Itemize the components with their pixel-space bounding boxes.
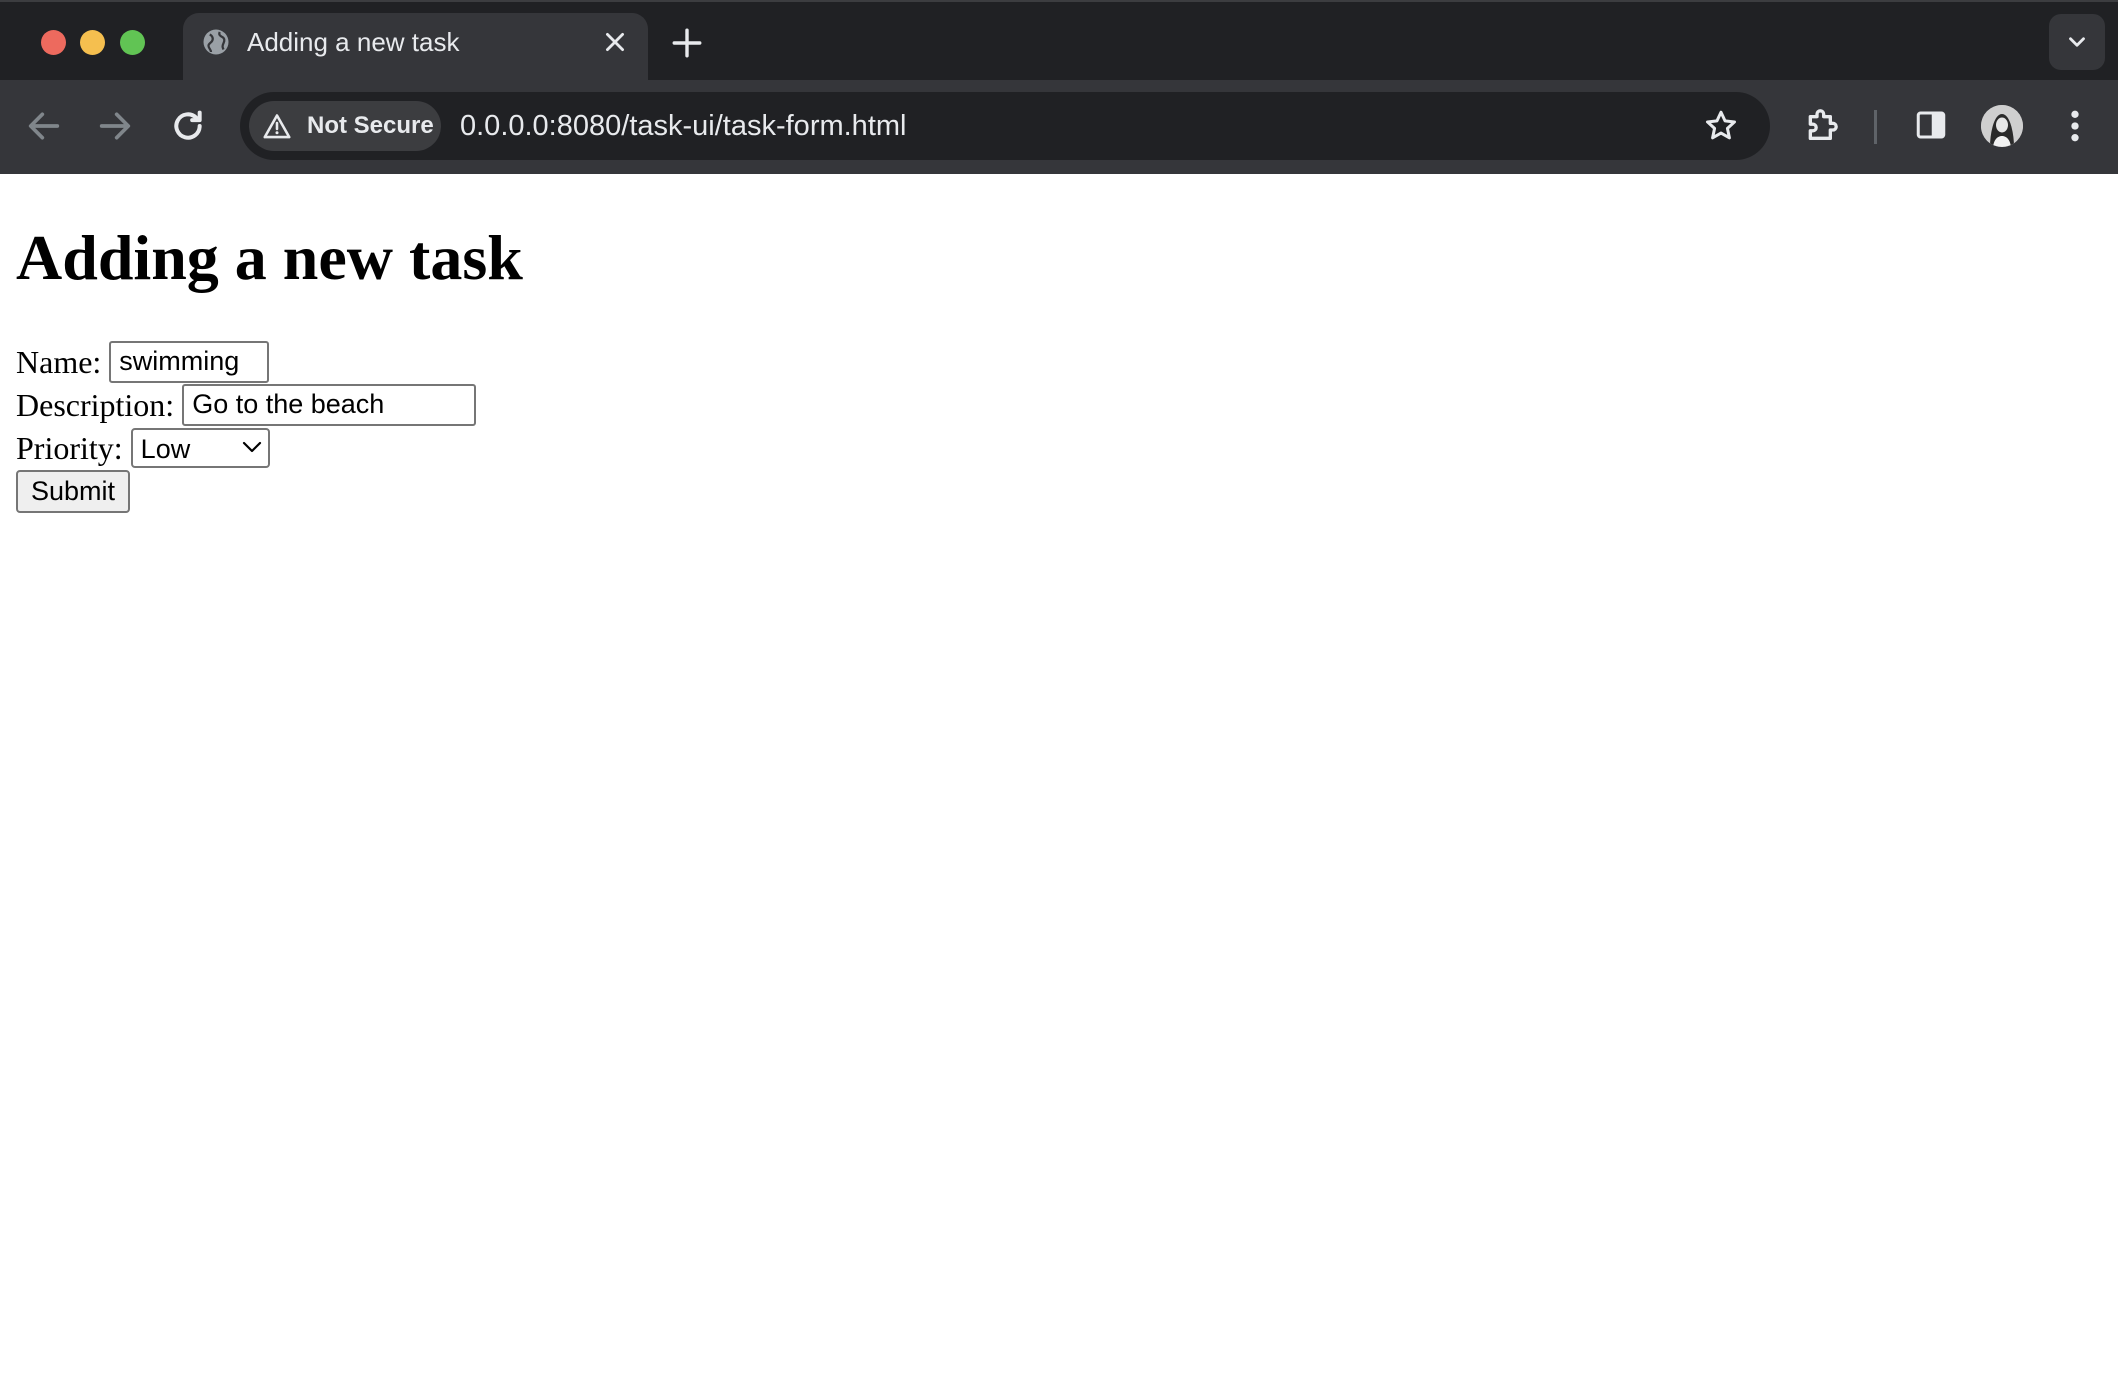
page-title: Adding a new task (16, 222, 523, 293)
browser-toolbar: Not Secure 0.0.0.0:8080/task-ui/task-for… (0, 80, 2118, 174)
url-text[interactable]: 0.0.0.0:8080/task-ui/task-form.html (460, 108, 906, 144)
priority-select[interactable]: Low (130, 427, 270, 468)
toolbar-divider (1874, 110, 1877, 144)
puzzle-icon[interactable] (1802, 105, 1842, 145)
chevron-down-icon (242, 441, 261, 452)
tab-search-button[interactable] (2049, 14, 2105, 70)
tab-strip: Adding a new task (0, 0, 2118, 82)
close-icon[interactable] (602, 29, 628, 55)
arrow-right-icon[interactable] (95, 106, 135, 146)
name-row: Name: (16, 340, 2106, 383)
avatar[interactable] (1981, 105, 2023, 147)
security-chip[interactable]: Not Secure (249, 101, 441, 151)
name-input[interactable] (109, 340, 270, 383)
kebab-menu-icon[interactable] (2060, 106, 2090, 146)
description-input[interactable] (182, 383, 477, 426)
name-label: Name: (16, 343, 102, 380)
description-row: Description: (16, 383, 2106, 426)
window-minimize-button[interactable] (80, 30, 105, 55)
security-label: Not Secure (307, 112, 434, 139)
submit-row: Submit (16, 469, 2106, 513)
profile-photo-icon (1981, 105, 2023, 147)
window-maximize-button[interactable] (120, 30, 145, 55)
star-icon[interactable] (1703, 108, 1739, 144)
submit-button[interactable]: Submit (16, 469, 131, 513)
globe-icon (203, 29, 229, 55)
window-close-button[interactable] (41, 30, 66, 55)
arrow-left-icon[interactable] (24, 106, 64, 146)
side-panel-icon[interactable] (1913, 107, 1949, 143)
chevron-down-icon (2069, 37, 2085, 47)
priority-label: Priority: (16, 429, 123, 466)
active-tab[interactable]: Adding a new task (183, 13, 648, 82)
reload-icon[interactable] (168, 106, 208, 146)
address-bar[interactable]: Not Secure 0.0.0.0:8080/task-ui/task-for… (240, 92, 1770, 160)
priority-row: Priority: Low (16, 426, 2106, 469)
tab-title: Adding a new task (247, 27, 460, 57)
warning-triangle-icon (263, 114, 291, 139)
plus-icon[interactable] (670, 26, 704, 60)
description-label: Description: (16, 386, 175, 423)
priority-selected-value: Low (140, 433, 191, 464)
page-content: Adding a new task Name: Description: Pri… (16, 174, 2106, 513)
task-form: Name: Description: Priority: Low Submit (16, 340, 2106, 513)
